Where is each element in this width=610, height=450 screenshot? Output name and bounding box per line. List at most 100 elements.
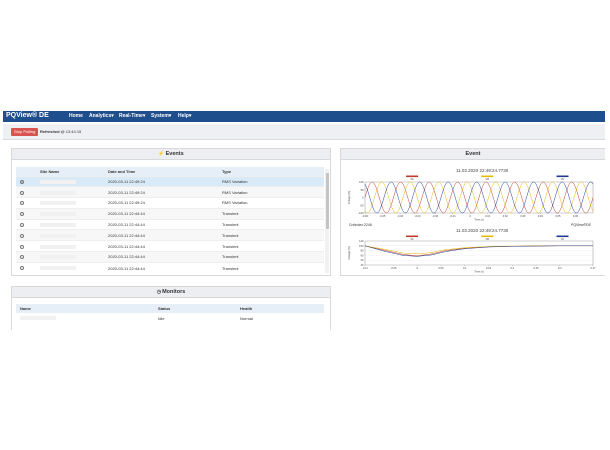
x-tick-label: 0.06 bbox=[573, 214, 579, 218]
legend-label: VA bbox=[410, 237, 414, 241]
event-type: Transient bbox=[218, 218, 324, 230]
event-type: RMS Variation bbox=[218, 197, 324, 209]
table-row[interactable]: 2020-03-11 22:44:44 Transient bbox=[16, 251, 324, 263]
row-radio[interactable] bbox=[20, 190, 24, 195]
row-radio[interactable] bbox=[20, 233, 24, 238]
x-tick-label: 0 bbox=[470, 214, 472, 218]
y-tick-label: 120 bbox=[359, 239, 364, 243]
y-tick-label: 0 bbox=[362, 196, 364, 200]
table-row[interactable]: 2020-03-11 22:44:44 Transient bbox=[16, 261, 324, 274]
redacted-text bbox=[40, 179, 76, 184]
events-scroll-thumb[interactable] bbox=[325, 173, 329, 229]
rms-chart[interactable]: VA VB VC20406080100120-0.11 -0.05 0 0.05 0.1 0.… bbox=[347, 235, 597, 275]
event-type: Transient bbox=[218, 207, 324, 220]
events-table-wrap: Site Name Date and Time Type 2020-03-11 … bbox=[16, 167, 324, 274]
x-tick-label: 0.25 bbox=[533, 266, 539, 270]
row-radio[interactable] bbox=[20, 212, 24, 217]
x-tick-label: 0.3 bbox=[558, 266, 562, 270]
nav-analytics[interactable]: Analytics▾ bbox=[89, 113, 114, 119]
x-axis-label: Time (s) bbox=[474, 218, 484, 222]
x-tick-label: 0.03 bbox=[520, 214, 526, 218]
clock-icon: ◷ bbox=[156, 289, 162, 295]
table-row[interactable]: 2020-03-11 22:49:24 RMS Variation bbox=[16, 186, 324, 198]
y-tick-label: 80 bbox=[361, 249, 364, 253]
table-row[interactable]: 2020-03-11 22:49:24 RMS Variation bbox=[16, 197, 324, 209]
col-health[interactable]: Health bbox=[236, 304, 324, 313]
col-status[interactable]: Status bbox=[154, 304, 236, 313]
legend-swatch bbox=[556, 175, 569, 178]
x-axis-label: Time (s) bbox=[474, 270, 484, 274]
event-type: RMS Variation bbox=[218, 175, 324, 187]
legend-label: VA bbox=[410, 177, 414, 181]
plot-frame bbox=[364, 240, 594, 266]
events-table-body: 2020-03-11 22:49:24 RMS Variation 2020-03-… bbox=[16, 175, 324, 274]
col-name[interactable]: Name bbox=[16, 304, 154, 313]
redacted-text bbox=[20, 316, 56, 321]
row-radio[interactable] bbox=[20, 244, 24, 249]
stop-polling-button[interactable]: Stop Polling bbox=[11, 128, 39, 136]
app-brand[interactable]: PQView® DE bbox=[6, 112, 49, 119]
y-tick-label: -50 bbox=[360, 203, 364, 207]
monitors-table: Name Status Health Idle Normal bbox=[16, 304, 324, 323]
x-tick-label: 0.04 bbox=[538, 214, 544, 218]
y-axis-label: Voltage (%) bbox=[347, 191, 351, 205]
legend-label: VC bbox=[561, 177, 565, 181]
event-panel-header: Event bbox=[341, 149, 605, 160]
event-datetime: 2020-03-11 22:44:44 bbox=[104, 229, 218, 241]
table-row[interactable]: 2020-03-11 22:44:44 Transient bbox=[16, 218, 324, 230]
waveform-chart[interactable]: VA VB VC-100-50050100-0.06 -0.05 -0.04 -0.03-… bbox=[347, 175, 597, 223]
caret-down-icon: ▾ bbox=[142, 113, 146, 119]
col-site-name[interactable]: Site Name bbox=[36, 167, 104, 176]
row-radio[interactable] bbox=[20, 266, 24, 271]
events-scrollbar[interactable] bbox=[325, 169, 329, 273]
legend-swatch bbox=[481, 175, 494, 178]
row-radio[interactable] bbox=[20, 223, 24, 228]
x-tick-label: -0.02 bbox=[432, 214, 438, 218]
monitor-health: Normal bbox=[240, 315, 253, 321]
legend-label: VC bbox=[561, 237, 565, 241]
table-row[interactable]: 2020-03-11 22:49:24 RMS Variation bbox=[16, 175, 324, 187]
legend-swatch bbox=[406, 175, 419, 178]
event-datetime: 2020-03-11 22:44:44 bbox=[104, 218, 218, 230]
legend-swatch bbox=[406, 235, 419, 238]
navbar: PQView® DE Home Analytics▾ Real-Time▾ Sy… bbox=[3, 111, 605, 122]
event-datetime: 2020-03-11 22:49:24 bbox=[104, 186, 218, 198]
monitors-panel-header: ◷Monitors bbox=[12, 287, 330, 298]
row-radio[interactable] bbox=[20, 179, 24, 184]
event-type: Transient bbox=[218, 261, 324, 274]
waveform-chart-title: 11.03.2020 22:49:24.7730 bbox=[456, 168, 509, 173]
redacted-text bbox=[40, 233, 76, 238]
y-axis-label: Voltage (%) bbox=[347, 246, 351, 260]
x-tick-label: -0.04 bbox=[397, 214, 403, 218]
x-tick-label: 0.1 bbox=[463, 266, 467, 270]
nav-system[interactable]: System▾ bbox=[151, 113, 171, 119]
col-type[interactable]: Type bbox=[218, 167, 324, 176]
row-radio[interactable] bbox=[20, 255, 24, 260]
x-tick-label: -0.01 bbox=[450, 214, 456, 218]
monitor-row[interactable]: Idle Normal bbox=[16, 313, 324, 323]
monitor-status: Idle bbox=[158, 315, 165, 321]
monitors-table-wrap: Name Status Health Idle Normal bbox=[16, 304, 324, 323]
table-row[interactable]: 2020-03-11 22:44:44 Transient bbox=[16, 207, 324, 220]
x-tick-label: -0.03 bbox=[415, 214, 421, 218]
table-row[interactable]: 2020-03-11 22:44:44 Transient bbox=[16, 240, 324, 252]
event-type: Transient bbox=[218, 229, 324, 241]
nav-home[interactable]: Home bbox=[69, 113, 83, 119]
nav-help[interactable]: Help▾ bbox=[178, 113, 191, 119]
redacted-text bbox=[40, 201, 76, 206]
x-tick-label: -0.06 bbox=[362, 214, 368, 218]
chart-footer-right: PQView®DE bbox=[571, 223, 592, 227]
nav-real-time[interactable]: Real-Time▾ bbox=[119, 113, 145, 119]
caret-down-icon: ▾ bbox=[168, 113, 172, 119]
table-row[interactable]: 2020-03-11 22:44:44 Transient bbox=[16, 229, 324, 241]
event-panel: Event 11.03.2020 22:49:24.7730 VA VB VC -10… bbox=[340, 148, 605, 276]
row-radio[interactable] bbox=[20, 201, 24, 206]
y-tick-label: 50 bbox=[361, 188, 364, 192]
redacted-text bbox=[40, 190, 76, 195]
events-table: Site Name Date and Time Type 2020-03-11 … bbox=[16, 167, 324, 274]
toolbar: Stop Polling Refreshed @ 13:44:15 bbox=[3, 124, 605, 140]
chart-footer-left: CntIndex:2246 bbox=[349, 223, 372, 227]
event-type: RMS Variation bbox=[218, 186, 324, 198]
col-date-time[interactable]: Date and Time bbox=[104, 167, 218, 176]
redacted-text bbox=[40, 244, 76, 249]
